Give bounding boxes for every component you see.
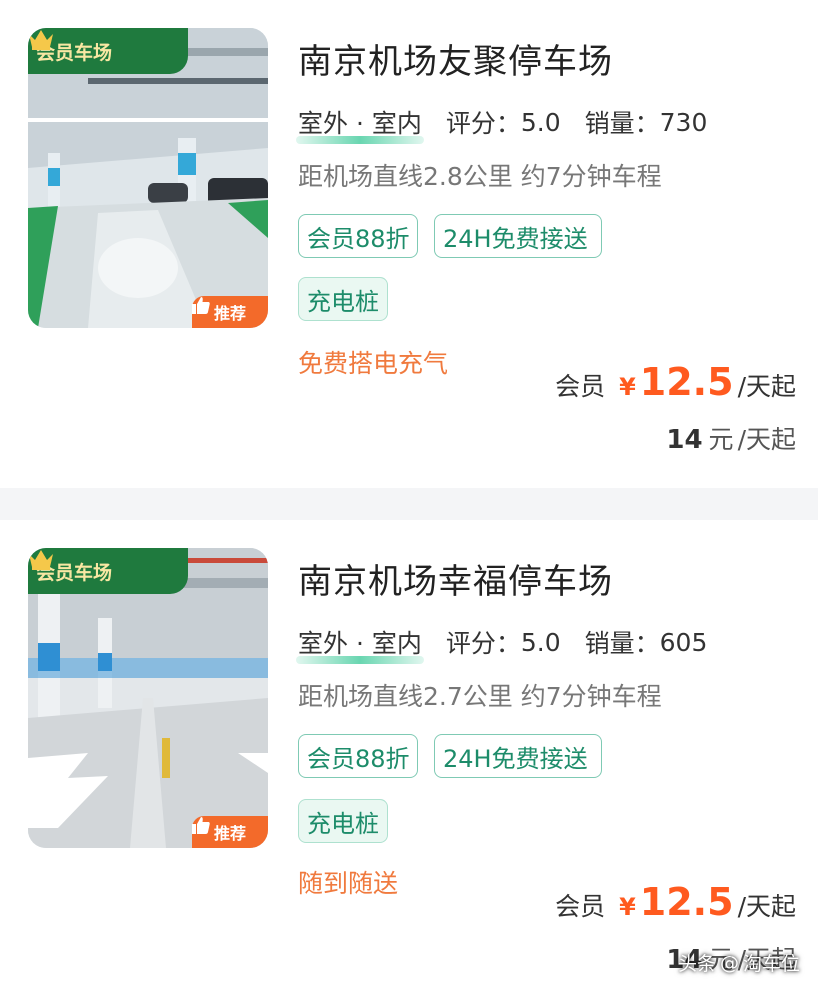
parking-listing-card-2[interactable]: 会员车场 推荐 南京机场幸福停车场 室外 · 室内 评分： 5.0 销量： 60… xyxy=(0,520,818,992)
member-price-row: 会员 ¥ 12.5 /天起 xyxy=(555,880,796,924)
member-price-label: 会员 xyxy=(555,372,606,401)
watermark-source: 头条 xyxy=(677,953,716,975)
regular-price: 14 xyxy=(666,425,703,455)
watermark-author: 淘车位 xyxy=(742,953,800,975)
recommend-badge: 推荐 xyxy=(192,296,268,328)
currency-symbol: ¥ xyxy=(619,893,636,921)
watermark-at: @ xyxy=(719,951,739,974)
regular-price-currency: 元 xyxy=(708,425,734,454)
parking-lot-photo[interactable]: 会员车场 推荐 xyxy=(28,28,268,328)
member-price: 12.5 xyxy=(639,360,734,404)
source-watermark: 头条 @ 淘车位 xyxy=(678,949,800,976)
tag-member-discount: 会员88折 xyxy=(298,734,418,778)
listing-title[interactable]: 南京机场友聚停车场 xyxy=(298,34,613,83)
member-price-row: 会员 ¥ 12.5 /天起 xyxy=(555,360,796,404)
member-lot-badge: 会员车场 xyxy=(28,548,188,594)
sales-value: 605 xyxy=(659,627,708,657)
thumbs-up-icon xyxy=(192,297,210,314)
tag-member-discount: 会员88折 xyxy=(298,214,418,258)
listing-meta-row: 室外 · 室内 评分： 5.0 销量： 605 xyxy=(296,624,708,664)
distance-info: 距机场直线2.8公里 约7分钟车程 xyxy=(298,162,662,191)
member-lot-badge: 会员车场 xyxy=(28,28,188,74)
sales-label: 销量： xyxy=(584,629,660,658)
rating-label: 评分： xyxy=(445,629,521,658)
currency-symbol: ¥ xyxy=(619,373,636,401)
parking-lot-photo[interactable]: 会员车场 推荐 xyxy=(28,548,268,848)
distance-info: 距机场直线2.7公里 约7分钟车程 xyxy=(298,682,662,711)
perk-text: 随到随送 xyxy=(298,869,399,898)
sales-value: 730 xyxy=(659,107,708,137)
parking-listing-card-1[interactable]: 会员车场 推荐 南京机场友聚停车场 室外 · 室内 评分： 5.0 销量： 73… xyxy=(0,0,818,488)
indoor-outdoor-label: 室外 · 室内 xyxy=(296,104,424,144)
recommend-badge: 推荐 xyxy=(192,816,268,848)
member-price-label: 会员 xyxy=(555,892,606,921)
listing-title[interactable]: 南京机场幸福停车场 xyxy=(298,554,613,603)
rating-value: 5.0 xyxy=(520,107,561,137)
tag-free-shuttle: 24H免费接送 xyxy=(434,734,602,778)
perk-text: 免费搭电充气 xyxy=(298,349,449,378)
listing-meta-row: 室外 · 室内 评分： 5.0 销量： 730 xyxy=(296,104,708,144)
thumbs-up-icon xyxy=(192,817,210,834)
member-price: 12.5 xyxy=(639,880,734,924)
tag-charging-station: 充电桩 xyxy=(298,799,388,843)
sales-label: 销量： xyxy=(584,109,660,138)
price-unit: /天起 xyxy=(737,892,796,921)
recommend-badge-label: 推荐 xyxy=(213,304,246,323)
crown-icon xyxy=(29,30,53,50)
regular-price-row: 14 元 /天起 xyxy=(666,420,796,456)
rating-label: 评分： xyxy=(445,109,521,138)
regular-price-unit: /天起 xyxy=(737,425,796,454)
crown-icon xyxy=(29,550,53,570)
recommend-badge-label: 推荐 xyxy=(213,824,246,843)
rating-value: 5.0 xyxy=(520,627,561,657)
price-unit: /天起 xyxy=(737,372,796,401)
tag-charging-station: 充电桩 xyxy=(298,277,388,321)
tag-free-shuttle: 24H免费接送 xyxy=(434,214,602,258)
indoor-outdoor-label: 室外 · 室内 xyxy=(296,624,424,664)
